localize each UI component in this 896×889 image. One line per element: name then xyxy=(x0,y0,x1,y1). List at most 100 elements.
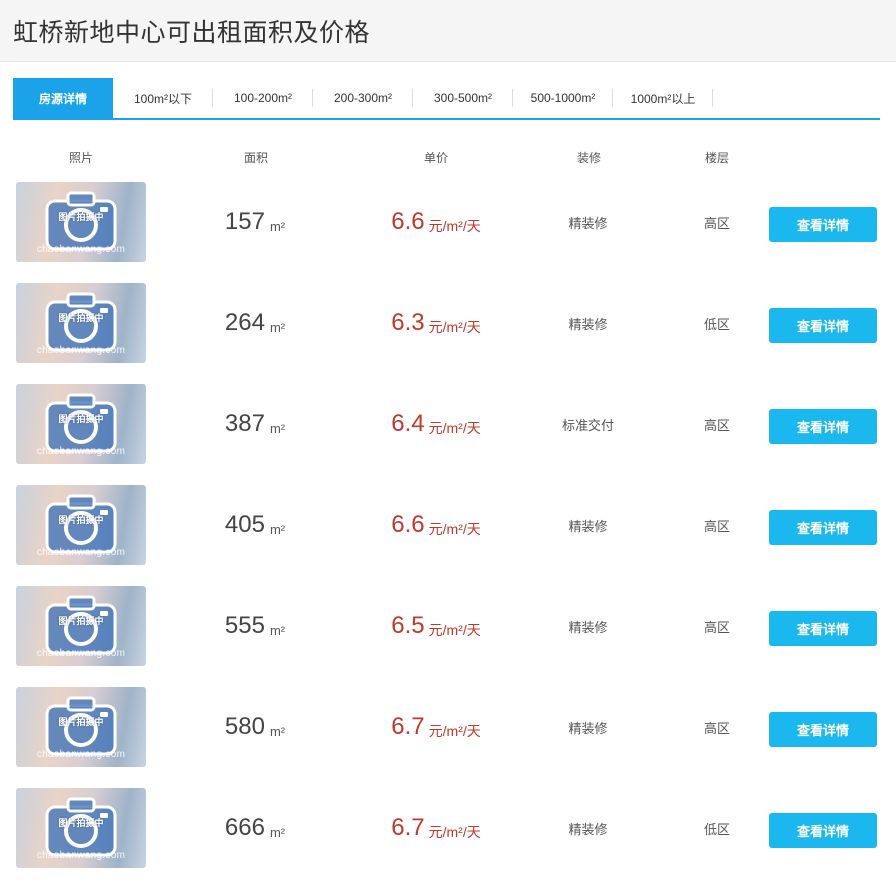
photo-watermark: chaobanwang.com xyxy=(36,446,126,457)
area-unit: m² xyxy=(269,824,286,840)
area-unit: m² xyxy=(269,521,286,537)
decoration-value: 精装修 xyxy=(568,316,608,332)
area-filter-tabs: 房源详情 100m²以下 100-200m² 200-300m² 300-500… xyxy=(13,78,880,120)
table-row: 图片拍摄中 chaobanwang.com 387 m² 6.4 元/m²/天 … xyxy=(0,384,896,485)
page-title: 虹桥新地中心可出租面积及价格 xyxy=(13,18,371,47)
price-cell: 6.6 元/m²/天 xyxy=(366,485,506,565)
decoration-value: 精装修 xyxy=(568,518,608,534)
price-cell: 6.5 元/m²/天 xyxy=(366,586,506,666)
column-header-floor: 楼层 xyxy=(704,151,730,165)
listing-photo[interactable]: 图片拍摄中 chaobanwang.com xyxy=(16,182,146,262)
view-details-button[interactable]: 查看详情 xyxy=(769,207,877,242)
price-unit: 元/m²/天 xyxy=(428,420,481,436)
decoration-value: 精装修 xyxy=(568,720,608,736)
photo-placeholder-text: 图片拍摄中 xyxy=(58,818,104,828)
listing-photo[interactable]: 图片拍摄中 chaobanwang.com xyxy=(16,687,146,767)
area-cell: 264 m² xyxy=(195,283,315,363)
listing-photo[interactable]: 图片拍摄中 chaobanwang.com xyxy=(16,586,146,666)
photo-placeholder-text: 图片拍摄中 xyxy=(58,414,104,424)
view-details-button[interactable]: 查看详情 xyxy=(769,510,877,545)
view-details-button[interactable]: 查看详情 xyxy=(769,409,877,444)
area-cell: 555 m² xyxy=(195,586,315,666)
floor-value: 高区 xyxy=(703,518,730,534)
tab-listing-details[interactable]: 房源详情 xyxy=(13,78,113,118)
table-row: 图片拍摄中 chaobanwang.com 580 m² 6.7 元/m²/天 … xyxy=(0,687,896,788)
tab-100-200[interactable]: 100-200m² xyxy=(213,78,313,118)
area-unit: m² xyxy=(269,420,286,436)
area-unit: m² xyxy=(269,319,286,335)
area-unit: m² xyxy=(269,218,286,234)
table-row: 图片拍摄中 chaobanwang.com 666 m² 6.7 元/m²/天 … xyxy=(0,788,896,889)
price-value: 6.6 xyxy=(391,511,425,538)
table-row: 图片拍摄中 chaobanwang.com 264 m² 6.3 元/m²/天 … xyxy=(0,283,896,384)
listing-photo[interactable]: 图片拍摄中 chaobanwang.com xyxy=(16,283,146,363)
price-value: 6.4 xyxy=(391,410,425,437)
listing-photo[interactable]: 图片拍摄中 chaobanwang.com xyxy=(16,485,146,565)
price-unit: 元/m²/天 xyxy=(428,218,481,234)
price-unit: 元/m²/天 xyxy=(428,319,481,335)
photo-placeholder-text: 图片拍摄中 xyxy=(58,717,104,727)
photo-watermark: chaobanwang.com xyxy=(36,547,126,558)
photo-watermark: chaobanwang.com xyxy=(36,244,126,255)
photo-placeholder-text: 图片拍摄中 xyxy=(58,313,104,323)
listing-table: 图片拍摄中 chaobanwang.com 157 m² 6.6 元/m²/天 … xyxy=(0,182,896,889)
view-details-button[interactable]: 查看详情 xyxy=(769,611,877,646)
area-value: 264 xyxy=(224,309,265,336)
page-header: 虹桥新地中心可出租面积及价格 xyxy=(0,0,896,62)
price-unit: 元/m²/天 xyxy=(428,521,481,537)
photo-placeholder-text: 图片拍摄中 xyxy=(58,616,104,626)
area-value: 157 xyxy=(224,208,265,235)
floor-value: 低区 xyxy=(703,821,730,837)
price-value: 6.5 xyxy=(391,612,425,639)
price-cell: 6.4 元/m²/天 xyxy=(366,384,506,464)
area-value: 555 xyxy=(224,612,265,639)
area-cell: 666 m² xyxy=(195,788,315,868)
decoration-value: 精装修 xyxy=(568,215,608,231)
view-details-button[interactable]: 查看详情 xyxy=(769,308,877,343)
photo-watermark: chaobanwang.com xyxy=(36,850,126,861)
listing-photo[interactable]: 图片拍摄中 chaobanwang.com xyxy=(16,788,146,868)
price-unit: 元/m²/天 xyxy=(428,824,481,840)
floor-value: 高区 xyxy=(703,215,730,231)
floor-value: 高区 xyxy=(703,720,730,736)
tab-under-100[interactable]: 100m²以下 xyxy=(113,78,213,118)
area-cell: 157 m² xyxy=(195,182,315,262)
photo-placeholder-text: 图片拍摄中 xyxy=(58,212,104,222)
price-cell: 6.6 元/m²/天 xyxy=(366,182,506,262)
view-details-button[interactable]: 查看详情 xyxy=(769,712,877,747)
area-cell: 387 m² xyxy=(195,384,315,464)
column-header-price: 单价 xyxy=(423,151,449,165)
tab-500-1000[interactable]: 500-1000m² xyxy=(513,78,613,118)
area-value: 387 xyxy=(224,410,265,437)
area-unit: m² xyxy=(269,622,286,638)
price-cell: 6.7 元/m²/天 xyxy=(366,687,506,767)
area-cell: 580 m² xyxy=(195,687,315,767)
price-value: 6.3 xyxy=(391,309,425,336)
floor-value: 高区 xyxy=(703,417,730,433)
photo-watermark: chaobanwang.com xyxy=(36,749,126,760)
tab-300-500[interactable]: 300-500m² xyxy=(413,78,513,118)
column-header-photo: 照片 xyxy=(68,151,94,165)
area-unit: m² xyxy=(269,723,286,739)
photo-watermark: chaobanwang.com xyxy=(36,648,126,659)
decoration-value: 精装修 xyxy=(568,619,608,635)
table-header: 照片 面积 单价 装修 楼层 xyxy=(0,149,896,167)
price-value: 6.7 xyxy=(391,814,425,841)
photo-watermark: chaobanwang.com xyxy=(36,345,126,356)
view-details-button[interactable]: 查看详情 xyxy=(769,813,877,848)
area-cell: 405 m² xyxy=(195,485,315,565)
table-row: 图片拍摄中 chaobanwang.com 405 m² 6.6 元/m²/天 … xyxy=(0,485,896,586)
tab-over-1000[interactable]: 1000m²以上 xyxy=(613,78,713,118)
tab-200-300[interactable]: 200-300m² xyxy=(313,78,413,118)
price-value: 6.6 xyxy=(391,208,425,235)
area-value: 580 xyxy=(224,713,265,740)
listing-photo[interactable]: 图片拍摄中 chaobanwang.com xyxy=(16,384,146,464)
price-unit: 元/m²/天 xyxy=(428,723,481,739)
decoration-value: 标准交付 xyxy=(561,417,614,433)
price-cell: 6.7 元/m²/天 xyxy=(366,788,506,868)
price-value: 6.7 xyxy=(391,713,425,740)
table-row: 图片拍摄中 chaobanwang.com 157 m² 6.6 元/m²/天 … xyxy=(0,182,896,283)
area-value: 405 xyxy=(224,511,265,538)
floor-value: 高区 xyxy=(703,619,730,635)
table-row: 图片拍摄中 chaobanwang.com 555 m² 6.5 元/m²/天 … xyxy=(0,586,896,687)
